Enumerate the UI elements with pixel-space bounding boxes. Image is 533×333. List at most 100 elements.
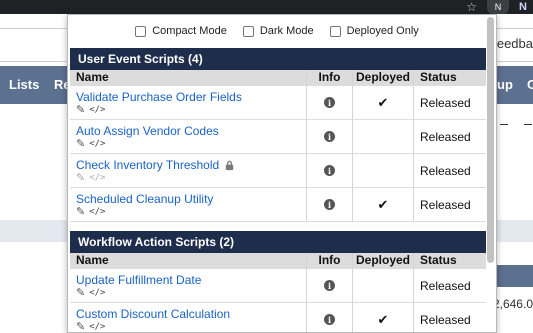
edit-pencil-icon[interactable]: ✎ (76, 288, 85, 299)
background-nav-item-edge[interactable]: C (527, 77, 533, 92)
background-nav-item-right[interactable]: up (497, 77, 513, 92)
deployed-cell: ✔ (353, 86, 414, 119)
info-icon[interactable]: i (324, 131, 335, 142)
status-cell: Released (414, 120, 486, 153)
edit-pencil-icon[interactable]: ✎ (76, 173, 85, 184)
section-title: Workflow Action Scripts (2) (78, 235, 235, 249)
script-name[interactable]: Auto Assign Vendor Codes (76, 124, 219, 138)
script-tools: ✎ </> (76, 207, 105, 218)
column-name: Name (70, 70, 307, 86)
view-code-icon[interactable]: </> (89, 173, 105, 183)
info-cell: i (307, 154, 353, 187)
view-code-icon[interactable]: </> (89, 105, 105, 115)
edit-pencil-icon[interactable]: ✎ (76, 105, 85, 116)
edit-pencil-icon[interactable]: ✎ (76, 207, 85, 218)
script-link[interactable]: Custom Discount Calculation (76, 307, 230, 321)
column-header-row: Name Info Deployed Status (70, 70, 486, 86)
status-text: Released (420, 129, 471, 144)
lock-icon (224, 160, 235, 171)
popup-scrollbar[interactable] (487, 17, 494, 263)
deployed-cell: ✔ (353, 188, 414, 221)
column-info: Info (307, 70, 353, 86)
extension-icon[interactable]: N (519, 1, 527, 13)
column-status: Status (420, 253, 457, 267)
info-cell: i (307, 120, 353, 153)
script-tools: ✎ </> (76, 139, 105, 150)
dark-mode-option[interactable]: Dark Mode (242, 25, 314, 37)
info-icon[interactable]: i (324, 165, 335, 176)
script-name-cell: Scheduled Cleanup Utility ✎ </> (70, 188, 307, 221)
info-icon[interactable]: i (324, 314, 335, 325)
dark-mode-checkbox[interactable] (242, 25, 254, 37)
edit-pencil-icon[interactable]: ✎ (76, 139, 85, 150)
script-tools: ✎ </> (76, 322, 105, 333)
script-name-cell: Custom Discount Calculation ✎ </> (70, 303, 307, 333)
background-nav-lists[interactable]: Lists (9, 77, 39, 92)
extension-area: ☆ N N (466, 0, 533, 14)
script-name[interactable]: Custom Discount Calculation (76, 307, 230, 321)
info-cell: i (307, 188, 353, 221)
info-cell: i (307, 303, 353, 332)
deployed-only-checkbox[interactable] (329, 25, 341, 37)
script-link[interactable]: Auto Assign Vendor Codes (76, 124, 219, 138)
script-name[interactable]: Update Fulfillment Date (76, 273, 201, 287)
section-header: User Event Scripts (4) (70, 48, 486, 70)
status-text: Released (420, 197, 471, 212)
script-tools: ✎ </> (76, 288, 105, 299)
script-name-cell: Validate Purchase Order Fields ✎ </> (70, 86, 307, 119)
status-cell: Released (414, 86, 486, 119)
compact-mode-option[interactable]: Compact Mode (135, 25, 227, 37)
script-tools: ✎ </> (76, 105, 105, 116)
column-deployed: Deployed (353, 70, 414, 86)
deployed-cell (353, 269, 414, 302)
script-link[interactable]: Scheduled Cleanup Utility (76, 192, 213, 206)
view-options: Compact Mode Dark Mode Deployed Only (68, 15, 486, 47)
view-code-icon[interactable]: </> (89, 139, 105, 149)
status-cell: Released (414, 303, 486, 332)
script-name-cell: Check Inventory Threshold ✎ </> (70, 154, 307, 187)
extension-button[interactable]: N (487, 0, 510, 14)
status-cell: Released (414, 269, 486, 302)
script-name[interactable]: Check Inventory Threshold (76, 158, 219, 172)
deployed-cell: ✔ (353, 303, 414, 332)
deployed-check-icon: ✔ (377, 94, 389, 110)
section-header: Workflow Action Scripts (2) (70, 231, 486, 253)
deployed-only-option[interactable]: Deployed Only (329, 25, 419, 37)
script-row: Update Fulfillment Date ✎ </> i Released (70, 269, 486, 303)
deployed-cell (353, 120, 414, 153)
view-code-icon[interactable]: </> (89, 288, 105, 298)
column-info: Info (307, 253, 353, 269)
deployed-only-label: Deployed Only (346, 25, 419, 37)
bookmark-star-icon[interactable]: ☆ (466, 0, 477, 14)
section-title: User Event Scripts (4) (78, 52, 203, 66)
script-link[interactable]: Check Inventory Threshold (76, 158, 235, 172)
script-name[interactable]: Validate Purchase Order Fields (76, 90, 242, 104)
deployed-check-icon: ✔ (377, 311, 389, 327)
extension-popup: Compact Mode Dark Mode Deployed Only Use… (67, 14, 497, 333)
script-link[interactable]: Update Fulfillment Date (76, 273, 201, 287)
script-row: Custom Discount Calculation ✎ </> i ✔ Re… (70, 303, 486, 333)
compact-mode-checkbox[interactable] (135, 25, 147, 37)
column-name: Name (70, 253, 307, 269)
script-section: User Event Scripts (4) Name Info Deploye… (70, 48, 486, 222)
background-dash (500, 124, 508, 125)
info-icon[interactable]: i (324, 199, 335, 210)
status-text: Released (420, 278, 471, 293)
script-link[interactable]: Validate Purchase Order Fields (76, 90, 242, 104)
info-cell: i (307, 86, 353, 119)
dark-mode-label: Dark Mode (259, 25, 314, 37)
view-code-icon[interactable]: </> (89, 207, 105, 217)
edit-pencil-icon[interactable]: ✎ (76, 322, 85, 333)
column-status: Status (420, 70, 457, 84)
script-row: Check Inventory Threshold ✎ </> i Releas… (70, 154, 486, 188)
extension-badge-letter: N (494, 2, 502, 12)
compact-mode-label: Compact Mode (152, 25, 227, 37)
status-cell: Released (414, 154, 486, 187)
script-name-cell: Auto Assign Vendor Codes ✎ </> (70, 120, 307, 153)
view-code-icon[interactable]: </> (89, 322, 105, 332)
info-icon[interactable]: i (324, 97, 335, 108)
deployed-check-icon: ✔ (377, 196, 389, 212)
script-name[interactable]: Scheduled Cleanup Utility (76, 192, 213, 206)
info-icon[interactable]: i (324, 280, 335, 291)
script-row: Validate Purchase Order Fields ✎ </> i ✔… (70, 86, 486, 120)
